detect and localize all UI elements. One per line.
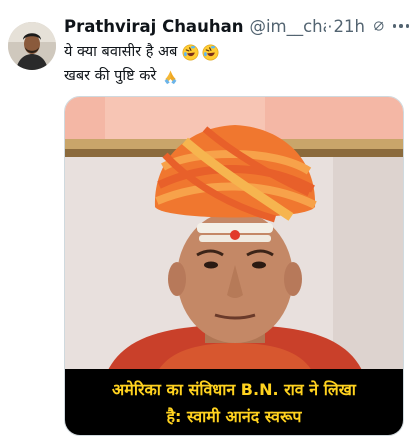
- media-image[interactable]: अमेरिका का संविधान B.N. राव ने लिखा है: …: [64, 96, 404, 436]
- tweet-header: Prathviraj Chauhan @im__chauh... · 21h: [64, 14, 409, 38]
- tweet-text-line1: ये क्या बवासीर है अब: [64, 44, 178, 60]
- caption-line1: अमेरिका का संविधान B.N. राव ने लिखा: [112, 380, 356, 399]
- rolling-on-floor-laughing-icon: [202, 44, 219, 60]
- rolling-on-floor-laughing-icon: [182, 44, 199, 60]
- tweet[interactable]: Prathviraj Chauhan @im__chauh... · 21h य…: [0, 0, 415, 442]
- image-caption: अमेरिका का संविधान B.N. राव ने लिखा है: …: [65, 369, 403, 435]
- caption-line2: है: स्वामी आनंद स्वरूप: [166, 407, 302, 426]
- tweet-text-line: खबर की पुष्टि करे: [64, 64, 405, 88]
- tweet-text-line2: खबर की पुष्टि करे: [64, 68, 157, 84]
- user-handle[interactable]: @im__chauh...: [249, 17, 326, 36]
- tweet-text: ये क्या बवासीर है अब खबर की पुष्टि करे: [64, 40, 405, 88]
- timestamp[interactable]: 21h: [334, 17, 365, 36]
- more-icon[interactable]: [392, 24, 409, 28]
- tweet-text-line: ये क्या बवासीर है अब: [64, 40, 405, 64]
- grok-icon[interactable]: [373, 17, 385, 35]
- avatar[interactable]: [8, 22, 56, 70]
- display-name[interactable]: Prathviraj Chauhan: [64, 17, 243, 36]
- separator-dot: ·: [327, 16, 333, 36]
- folded-hands-icon: [164, 70, 177, 84]
